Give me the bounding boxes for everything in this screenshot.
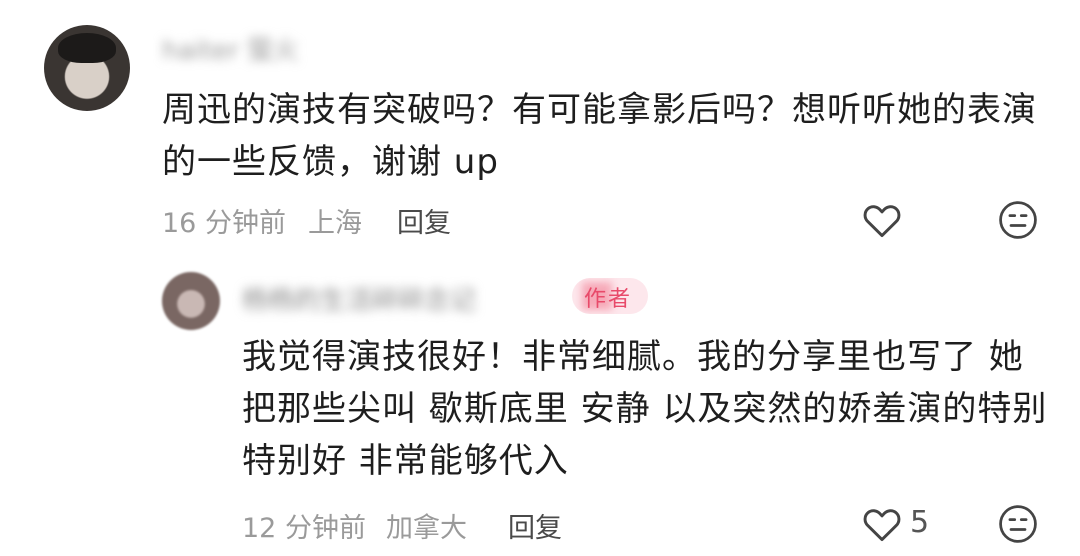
- reply-text-line-2: 把那些尖叫 歇斯底里 安静 以及突然的娇羞演的特别: [242, 389, 1048, 429]
- author-badge: 作者: [572, 278, 648, 314]
- heart-outline-icon[interactable]: [860, 198, 904, 242]
- comment-text-line-2: 的一些反馈，谢谢 up: [162, 142, 499, 182]
- reply-username[interactable]: 杨杨的生活碎碎念记: [242, 280, 476, 317]
- comment-location: 上海: [308, 208, 362, 239]
- reply-like-count: 5: [910, 505, 930, 540]
- reply-text-line-3: 特别好 非常能够代入: [242, 441, 569, 481]
- reply-time: 12 分钟前: [242, 513, 366, 544]
- comment-time: 16 分钟前: [162, 208, 286, 239]
- reply-reply-button[interactable]: 回复: [508, 506, 562, 545]
- commenter-username[interactable]: haiter 萤火: [162, 30, 299, 67]
- commenter-avatar[interactable]: [44, 25, 130, 111]
- comment-reply-button[interactable]: 回复: [397, 201, 451, 240]
- reply-location: 加拿大: [386, 513, 467, 544]
- reply-text-line-1: 我觉得演技很好！非常细腻。我的分享里也写了 她: [242, 337, 1024, 377]
- heart-outline-icon[interactable]: [860, 502, 904, 546]
- author-badge-label: 作者: [584, 287, 633, 312]
- reply-avatar[interactable]: [162, 272, 220, 330]
- meh-face-icon[interactable]: [996, 502, 1040, 546]
- meh-face-icon[interactable]: [996, 198, 1040, 242]
- comment-text-line-1: 周迅的演技有突破吗？有可能拿影后吗？想听听她的表演: [162, 90, 1037, 130]
